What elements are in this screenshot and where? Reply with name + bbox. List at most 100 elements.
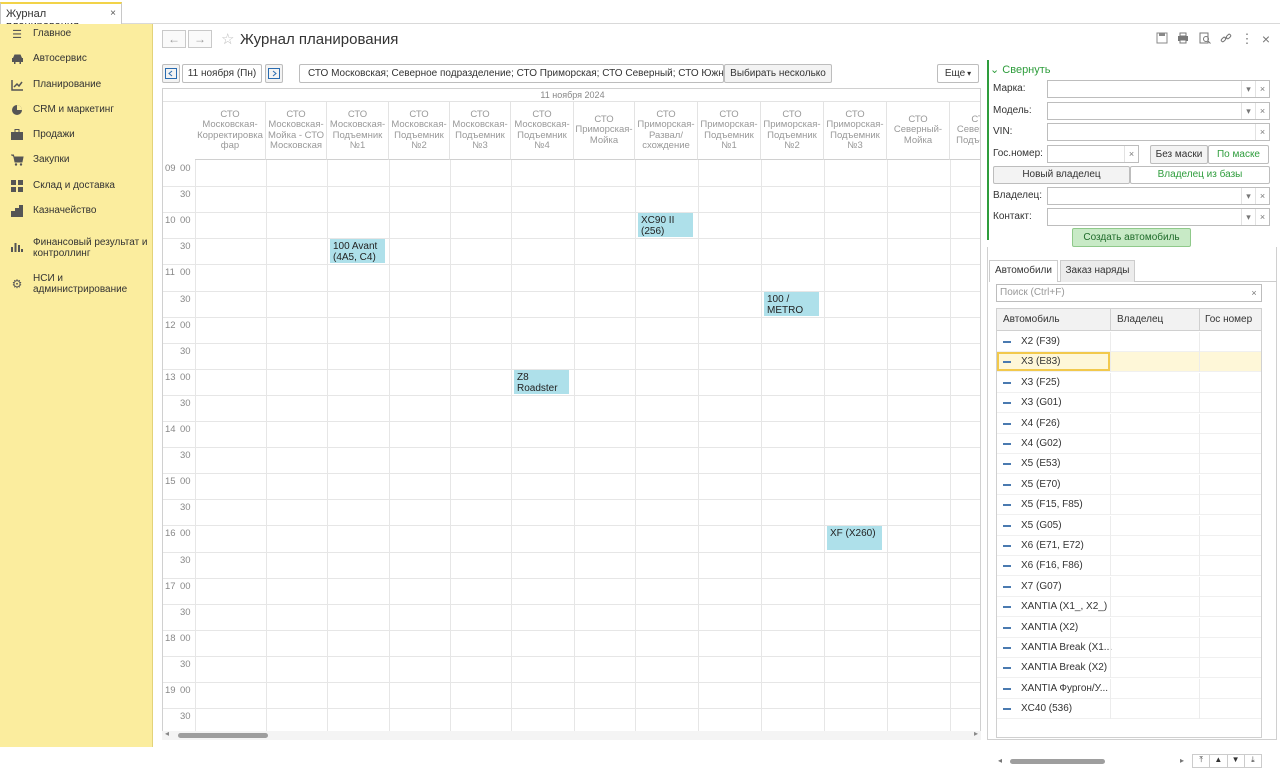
table-row[interactable]: XANTIA Break (X2) — [997, 658, 1261, 679]
scroll-down-icon[interactable]: ▼ — [1228, 755, 1245, 767]
save-icon[interactable] — [1155, 32, 1169, 46]
favorite-star-icon[interactable]: ☆ — [221, 30, 234, 48]
sidebar-item-main[interactable]: ☰ Главное — [0, 24, 153, 48]
item-icon — [1003, 483, 1011, 486]
item-icon — [1003, 606, 1011, 609]
dropdown-icon[interactable]: ▾ — [1241, 209, 1255, 225]
forward-button[interactable]: → — [188, 30, 212, 48]
scrollbar-thumb[interactable] — [178, 733, 268, 738]
owner-field[interactable]: ▾ × — [1047, 187, 1270, 205]
close-icon[interactable]: × — [1259, 32, 1273, 46]
schedule-event[interactable]: XC90 II (256) — [638, 213, 693, 238]
cars-table[interactable]: Автомобиль Владелец Гос номер X2 (F39) X3… — [996, 308, 1262, 738]
dropdown-icon[interactable]: ▾ — [1241, 188, 1255, 204]
clear-icon[interactable]: × — [1255, 124, 1269, 140]
table-row[interactable]: X5 (E53) — [997, 454, 1261, 475]
more-menu-button[interactable]: Еще ▾ — [937, 64, 979, 83]
scroll-bottom-icon[interactable]: ⤓ — [1245, 755, 1261, 767]
table-row[interactable]: XC40 (536) — [997, 699, 1261, 720]
table-row[interactable]: X3 (G01) — [997, 393, 1261, 414]
schedule-event[interactable]: 100 Avant (4A5, C4) — [330, 239, 385, 264]
table-row[interactable]: X4 (G02) — [997, 434, 1261, 454]
table-row[interactable]: X6 (F16, F86) — [997, 556, 1261, 577]
schedule-event[interactable]: Z8 Roadster (E52) — [514, 369, 569, 394]
clear-icon[interactable]: × — [1255, 209, 1269, 225]
print-icon[interactable] — [1176, 32, 1190, 46]
schedule-event[interactable]: 100 / METRO Хетчбе — [764, 291, 819, 316]
clear-icon[interactable]: × — [1124, 146, 1138, 162]
sidebar-item-purchases[interactable]: Закупки — [0, 150, 153, 174]
table-row[interactable]: X2 (F39) — [997, 332, 1261, 352]
table-row[interactable]: X5 (E70) — [997, 474, 1261, 495]
list-horizontal-scrollbar[interactable]: ◂ ▸ ⤒ ▲ ▼ ⤓ — [996, 754, 1262, 768]
service-filter-select[interactable]: СТО Московская; Северное подразделение; … — [299, 64, 724, 83]
sidebar-item-treasury[interactable]: Казначейство — [0, 201, 153, 225]
table-row[interactable]: X5 (F15, F85) — [997, 495, 1261, 516]
clear-icon[interactable]: × — [1255, 188, 1269, 204]
scroll-up-icon[interactable]: ▲ — [1210, 755, 1228, 767]
dropdown-icon[interactable]: ▾ — [1241, 81, 1255, 97]
choose-multiple-button[interactable]: Выбирать несколько — [724, 64, 832, 83]
tab-planning-journal[interactable]: Журнал планирования × — [0, 2, 122, 32]
close-icon[interactable]: × — [110, 8, 116, 19]
prev-day-button[interactable] — [162, 64, 180, 83]
scrollbar-thumb[interactable] — [1010, 759, 1105, 764]
table-row[interactable]: X5 (G05) — [997, 515, 1261, 536]
by-mask-button[interactable]: По маске — [1208, 145, 1269, 164]
more-icon[interactable]: ⋮ — [1240, 32, 1254, 46]
sidebar-item-sales[interactable]: Продажи — [0, 125, 153, 149]
sidebar-item-autoservice[interactable]: Автосервис — [0, 49, 153, 73]
table-row[interactable]: X4 (F26) — [997, 413, 1261, 434]
back-button[interactable]: ← — [162, 30, 186, 48]
model-field[interactable]: ▾ × — [1047, 102, 1270, 120]
schedule-event[interactable]: XF (X260) — [827, 526, 882, 551]
table-row[interactable]: X3 (E83) — [997, 352, 1261, 373]
column-header-car[interactable]: Автомобиль — [1003, 314, 1060, 325]
date-field[interactable]: 11 ноября (Пн) — [182, 64, 262, 83]
column-header-owner[interactable]: Владелец — [1117, 314, 1163, 325]
plate-field[interactable]: × — [1047, 145, 1139, 163]
scroll-right-icon[interactable]: ▸ — [1180, 756, 1184, 765]
table-row[interactable]: XANTIA (X2) — [997, 617, 1261, 638]
schedule-grid[interactable]: 11 ноября 2024 СТО Московская-Корректиро… — [162, 88, 981, 740]
sidebar-item-label: Склад и доставка — [33, 180, 115, 191]
car-name: X3 (G01) — [1021, 397, 1062, 409]
clear-icon[interactable]: × — [1255, 81, 1269, 97]
scroll-left-icon[interactable]: ◂ — [165, 729, 169, 738]
sidebar-item-finance[interactable]: Финансовый результат и контроллинг — [0, 233, 153, 263]
owner-cell — [1110, 617, 1111, 638]
sidebar-item-planning[interactable]: Планирование — [0, 75, 153, 99]
preview-icon[interactable] — [1198, 32, 1212, 46]
table-row[interactable]: X7 (G07) — [997, 576, 1261, 597]
clear-icon[interactable]: × — [1255, 103, 1269, 119]
scroll-right-icon[interactable]: ▸ — [974, 729, 978, 738]
tab-work-orders[interactable]: Заказ наряды — [1060, 260, 1135, 282]
link-icon[interactable] — [1219, 32, 1233, 46]
column-header-plate[interactable]: Гос номер — [1205, 314, 1252, 325]
search-input[interactable]: Поиск (Ctrl+F) × — [996, 284, 1262, 302]
table-row[interactable]: XANTIA (X1_, X2_) — [997, 597, 1261, 618]
contact-field[interactable]: ▾ × — [1047, 208, 1270, 226]
vin-field[interactable]: × — [1047, 123, 1270, 141]
table-row[interactable]: X6 (E71, E72) — [997, 536, 1261, 556]
sidebar-item-warehouse[interactable]: Склад и доставка — [0, 176, 153, 200]
sidebar-item-crm[interactable]: CRM и маркетинг — [0, 100, 153, 124]
no-mask-button[interactable]: Без маски — [1150, 145, 1208, 164]
next-day-button[interactable] — [265, 64, 283, 83]
new-owner-button[interactable]: Новый владелец — [993, 166, 1130, 184]
clear-icon[interactable]: × — [1247, 285, 1261, 301]
table-row[interactable]: XANTIA Фургон/У... — [997, 678, 1261, 699]
scroll-left-icon[interactable]: ◂ — [998, 756, 1002, 765]
table-row[interactable]: XANTIA Break (X1... — [997, 638, 1261, 658]
scroll-top-icon[interactable]: ⤒ — [1193, 755, 1211, 767]
table-row[interactable]: X3 (F25) — [997, 372, 1261, 393]
dropdown-icon[interactable]: ▾ — [1241, 103, 1255, 119]
owner-cell — [1110, 515, 1111, 536]
owner-from-db-button[interactable]: Владелец из базы — [1130, 166, 1270, 184]
sidebar-item-admin[interactable]: ⚙ НСИ и администрирование — [0, 269, 153, 299]
create-car-button[interactable]: Создать автомобиль — [1072, 228, 1191, 247]
tab-cars[interactable]: Автомобили — [989, 260, 1058, 282]
collapse-toggle[interactable]: ⌄ Свернуть — [990, 63, 1051, 76]
horizontal-scrollbar[interactable]: ◂ ▸ — [162, 729, 981, 740]
brand-field[interactable]: ▾ × — [1047, 80, 1270, 98]
